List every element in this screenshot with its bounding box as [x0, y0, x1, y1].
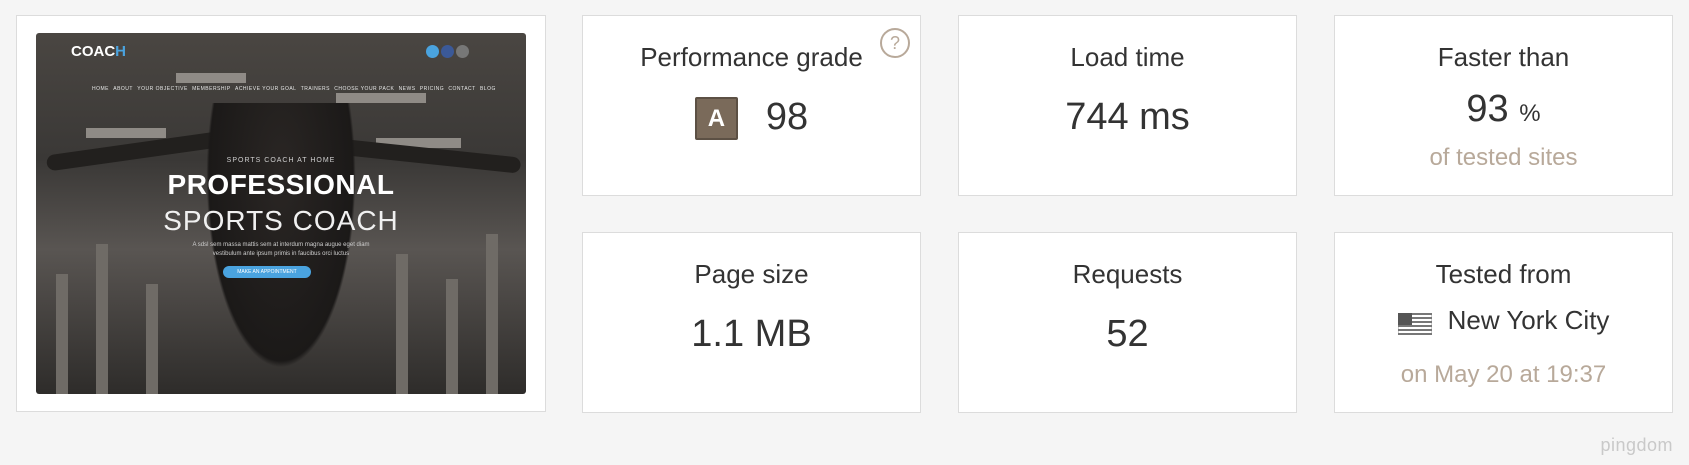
load-time-card: Load time 744 ms: [958, 15, 1297, 196]
grade-badge: A: [694, 97, 738, 141]
google-icon: [456, 45, 469, 58]
card-title: Load time: [1070, 42, 1185, 72]
site-screenshot-card: COACH HOME ABOUT YOUR OBJECTIVE MEMBERSH…: [16, 15, 546, 412]
page-size-card: Page size 1.1 MB: [582, 232, 921, 413]
performance-score: 98: [765, 96, 809, 138]
performance-value: A 98: [583, 96, 920, 141]
performance-grade-card: Performance grade ? A 98: [582, 15, 921, 196]
nav-item: TRAINERS: [300, 86, 330, 92]
nav-item: ABOUT: [113, 86, 133, 92]
pingdom-logo: pingdom: [1600, 435, 1673, 455]
requests-value: 52: [1106, 313, 1149, 355]
card-title: Faster than: [1437, 42, 1570, 72]
site-logo: COACH: [71, 43, 127, 60]
faster-than-number: 93: [1466, 88, 1509, 130]
nav-item: MEMBERSHIP: [192, 86, 231, 92]
nav-item: HOME: [92, 86, 109, 92]
site-nav: HOME ABOUT YOUR OBJECTIVE MEMBERSHIP ACH…: [92, 86, 496, 92]
tested-from-card: Tested from New York City on May 20 at 1…: [1334, 232, 1673, 413]
twitter-icon: [426, 45, 439, 58]
card-title: Tested from: [1435, 259, 1572, 289]
site-screenshot: COACH HOME ABOUT YOUR OBJECTIVE MEMBERSH…: [36, 33, 526, 394]
nav-item: CHOOSE YOUR PACK: [334, 86, 395, 92]
faster-than-sub: of tested sites: [1429, 144, 1578, 171]
hero-blurb: A sdsl sem massa mattis sem at interdum …: [192, 242, 370, 257]
nav-item: PRICING: [419, 86, 445, 92]
facebook-icon: [441, 45, 454, 58]
nav-item: ACHIEVE YOUR GOAL: [234, 86, 297, 92]
faster-than-card: Faster than 93 % of tested sites: [1334, 15, 1673, 196]
tested-from-location: New York City: [1447, 305, 1610, 335]
page-size-value: 1.1 MB: [691, 313, 812, 355]
appointment-button: MAKE AN APPOINTMENT: [223, 266, 311, 278]
nav-item: YOUR OBJECTIVE: [137, 86, 188, 92]
faster-than-value: 93 %: [1335, 88, 1672, 131]
us-flag-icon: [1397, 311, 1433, 336]
card-title: Requests: [1072, 259, 1183, 289]
nav-item: NEWS: [398, 86, 416, 92]
requests-card: Requests 52: [958, 232, 1297, 413]
percent-unit: %: [1519, 100, 1541, 127]
nav-item: BLOG: [479, 86, 496, 92]
hero-headline: PROFESSIONAL: [167, 169, 395, 200]
tested-from-date: on May 20 at 19:37: [1400, 361, 1607, 388]
card-title: Page size: [694, 259, 809, 289]
load-time-value: 744 ms: [1065, 96, 1190, 138]
hero-kicker: SPORTS COACH AT HOME: [226, 157, 336, 164]
hero-subheadline: SPORTS COACH: [163, 205, 399, 236]
tested-from-location-row: New York City: [1335, 305, 1672, 336]
question-circle-icon[interactable]: ?: [880, 28, 910, 58]
card-title: Performance grade: [640, 42, 863, 72]
nav-item: CONTACT: [448, 86, 476, 92]
